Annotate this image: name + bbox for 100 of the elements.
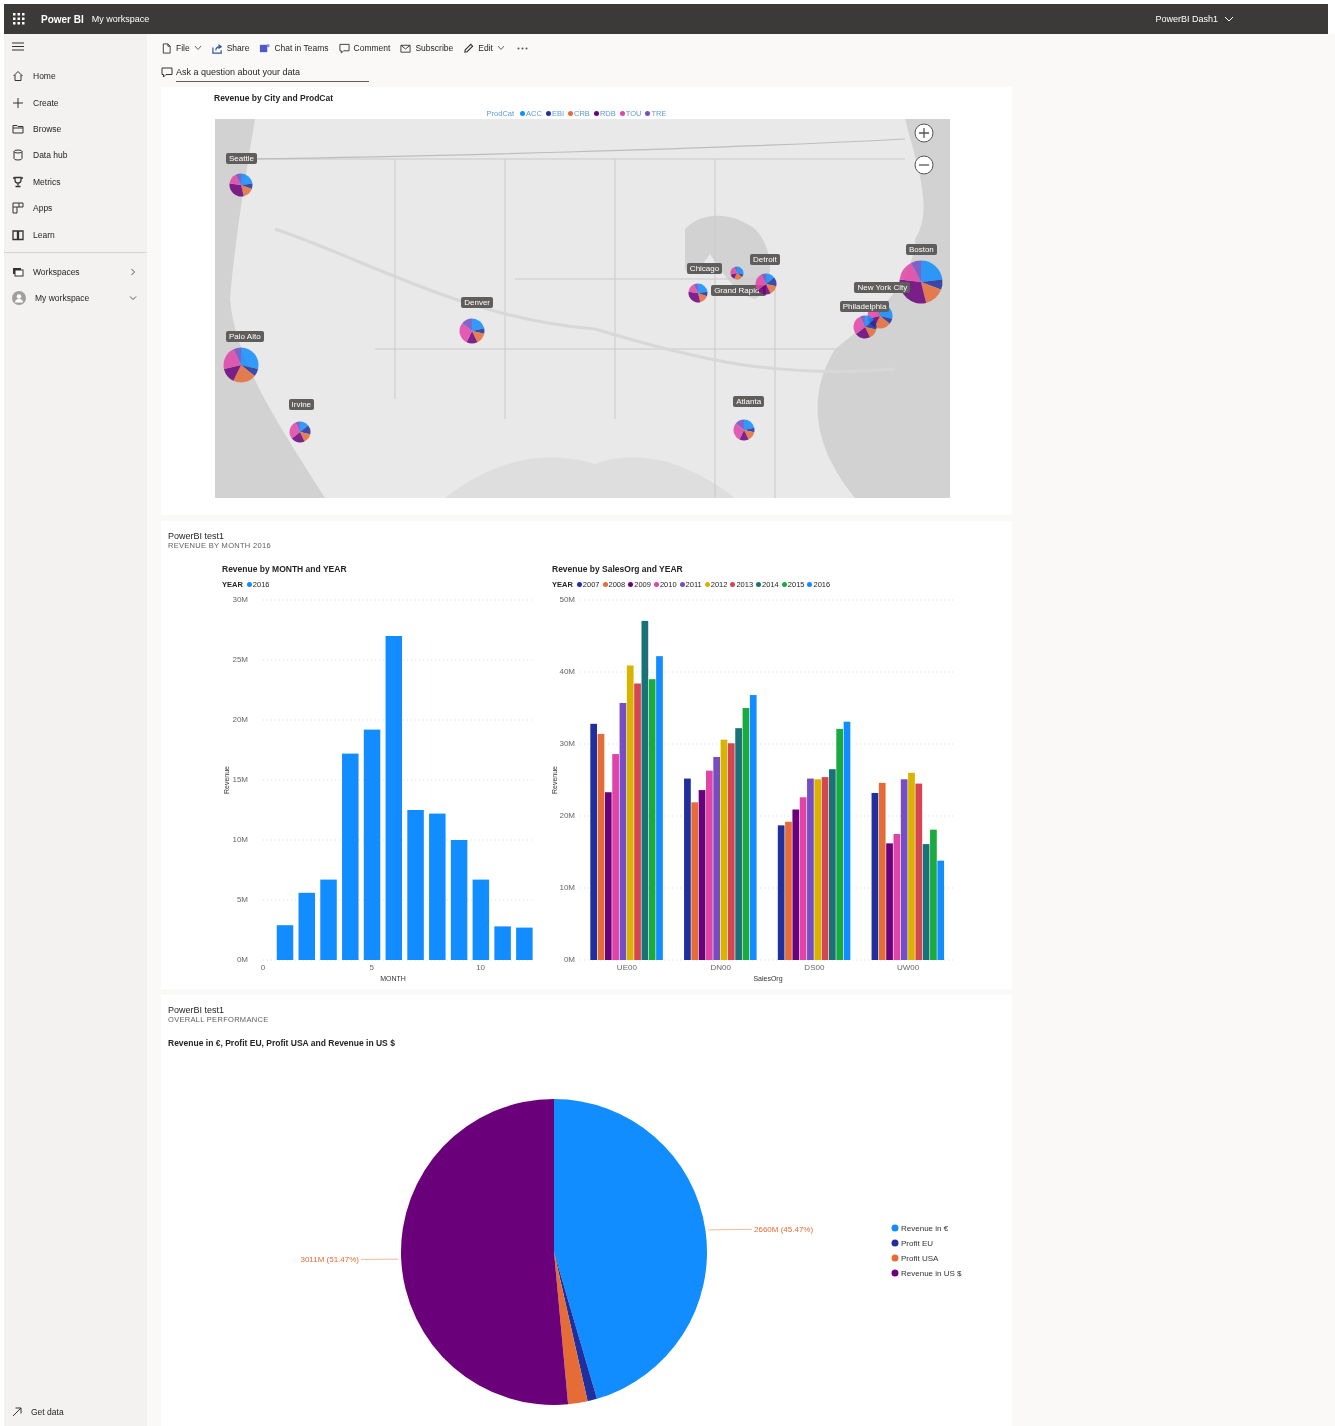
axis-tick-label: DN00 [710,963,731,972]
toolbar-button[interactable]: File [161,42,202,54]
book-icon [12,228,24,241]
get-data-button[interactable]: Get data [4,1404,147,1420]
report-name-dropdown[interactable]: PowerBI Dash1 [1155,14,1234,24]
app-launcher-icon[interactable] [13,13,25,25]
data-label: 2660M (45.47%) [754,1225,814,1235]
axis-tick-label: 5M [236,895,248,904]
menu-icon[interactable] [12,42,24,51]
bar[interactable] [922,844,930,960]
chart-title: Revenue by SalesOrg and YEAR [552,564,684,576]
bar[interactable] [604,792,612,960]
nav-item[interactable]: Metrics [4,168,147,195]
pie-marker[interactable] [459,318,486,345]
city-label: Detroit [750,253,780,265]
bar[interactable] [641,620,649,960]
bar[interactable] [915,783,923,960]
legend-item[interactable]: Profit EU [891,1239,933,1248]
dashboard-tile[interactable] [161,521,1012,989]
axis-tick-label: 30M [559,739,575,748]
pie-marker[interactable] [228,173,253,198]
axis-tick-label: UE00 [616,963,637,972]
city-label: Irvine [288,399,315,411]
envelope-icon [400,42,412,54]
comment-icon [161,66,173,78]
pie-marker[interactable] [222,347,259,384]
pie-marker[interactable] [729,265,744,280]
nav-item[interactable]: Browse [4,115,147,143]
nav-item[interactable]: Apps [4,194,147,222]
legend-item[interactable]: Revenue in US $ [891,1269,962,1278]
bar[interactable] [792,809,800,960]
legend-label: Revenue in US $ [901,1269,963,1278]
chevron-down-icon [1224,16,1234,22]
visual-title: Revenue by City and ProdCat [214,93,335,105]
toolbar-button[interactable]: Chat in Teams [259,42,329,54]
nav-item[interactable]: Learn [4,221,147,248]
leader-line [707,1228,753,1231]
bar[interactable] [698,790,706,960]
chevron-icon [129,294,137,303]
axis-tick-label: 0M [236,955,248,964]
arrow-icon [12,1407,22,1417]
axis-tick-label: DS00 [804,963,825,972]
tile-title: PowerBI test1 [168,531,226,541]
pie-marker[interactable] [853,315,878,340]
axis-tick-label: 0M [563,955,575,964]
bar[interactable] [590,723,598,960]
axis-tick-label: 20M [232,715,248,724]
more-options-icon[interactable] [516,46,528,50]
axis-tick-label: 10 [476,963,486,972]
file-icon [161,42,172,54]
trophy-icon [12,175,24,188]
toolbar-button[interactable]: Share [211,42,250,54]
toolbar-button[interactable]: Subscribe [400,42,454,54]
legend-item[interactable]: Profit USA [891,1254,939,1263]
axis-tick-label: 25M [232,655,248,664]
city-label: Palo Alto [226,331,264,343]
zoom-out-icon[interactable] [914,155,934,175]
tile-title: PowerBI test1 [168,1005,226,1015]
legend-label: Revenue in € [901,1224,949,1233]
chart-title: Revenue in €, Profit EU, Profit USA and Revenue in US $ [168,1038,396,1050]
apps-icon [12,202,24,215]
bar[interactable] [619,702,627,960]
city-label: Chicago [686,263,723,274]
folder-icon [12,122,24,135]
app-name[interactable]: Power BI [41,13,84,25]
pie-marker[interactable] [687,282,708,303]
city-label: Atlanta [733,395,765,407]
nav-item[interactable]: Home [4,63,147,90]
pencil-icon [463,42,475,54]
axis-tick-label: 5 [369,963,375,972]
city-label: Boston [905,244,937,256]
bar[interactable] [727,743,735,960]
axis-tick-label: 15M [232,775,248,784]
workspaces-icon [12,265,24,278]
axis-tick-label: UW00 [897,963,920,972]
axis-tick-label: 10M [559,883,575,892]
legend-item[interactable]: Revenue in € [891,1224,949,1233]
qna-field[interactable]: Ask a question about your data [176,62,369,82]
nav-item[interactable]: Create [4,89,147,116]
bar[interactable] [777,825,785,960]
bar[interactable] [900,779,908,960]
toolbar-button[interactable]: Comment [338,42,391,54]
bar[interactable] [871,792,879,960]
pie-slice[interactable] [554,1099,707,1399]
nav-item[interactable]: My workspace [4,285,147,312]
breadcrumb[interactable]: My workspace [91,14,150,24]
legend-label: Profit USA [901,1254,940,1263]
nav-item[interactable]: Workspaces [4,258,147,286]
pie-slice[interactable] [401,1099,569,1405]
nav-item[interactable]: Data hub [4,142,147,169]
pie-marker[interactable] [733,418,756,441]
pie-marker[interactable] [288,420,311,443]
home-icon [12,70,24,83]
toolbar-button[interactable]: Edit [463,42,505,54]
zoom-in-icon[interactable] [914,123,934,143]
legend-label: Profit EU [901,1239,934,1248]
city-label: New York City [854,281,911,293]
plus-icon [12,96,24,109]
chevron-icon [129,267,137,276]
share-icon [211,42,223,54]
